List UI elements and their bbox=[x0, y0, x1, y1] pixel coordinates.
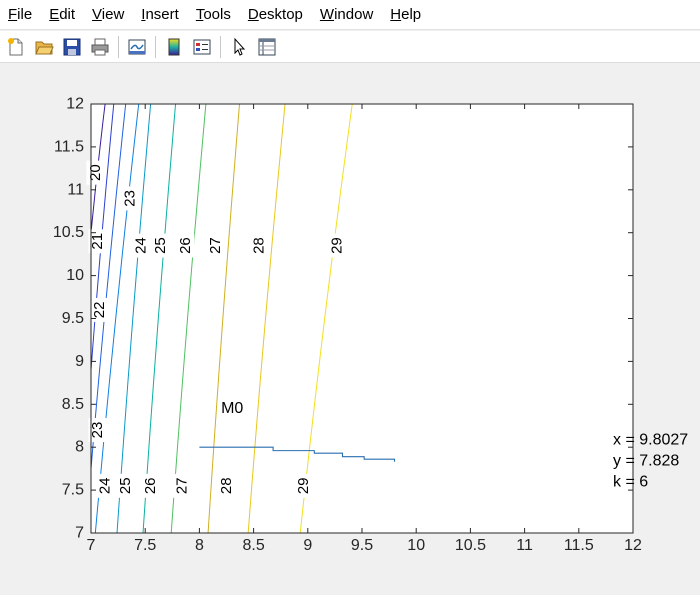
x-tick-label: 9 bbox=[303, 537, 312, 554]
y-tick-label: 7 bbox=[75, 525, 84, 542]
menu-label: nsert bbox=[145, 5, 179, 23]
y-tick-label: 9 bbox=[75, 353, 84, 370]
start-point-label: M0 bbox=[221, 400, 243, 417]
colorbar-icon bbox=[168, 38, 180, 55]
x-tick-label: 11.5 bbox=[564, 537, 594, 554]
menu-label: ile bbox=[17, 5, 33, 23]
menu-label: ools bbox=[203, 5, 231, 23]
y-tick-label: 9.5 bbox=[62, 310, 84, 327]
legend-icon bbox=[193, 39, 211, 54]
menu-label: indow bbox=[334, 5, 374, 23]
x-tick-label: 7 bbox=[87, 537, 96, 554]
menu-help[interactable]: Help bbox=[382, 0, 430, 30]
menu-mnemonic: D bbox=[247, 5, 259, 23]
x-tick-label: 8 bbox=[195, 537, 204, 554]
property-inspector-icon bbox=[258, 38, 276, 55]
save-icon bbox=[63, 38, 81, 55]
readout-k: k = 6 bbox=[613, 474, 648, 491]
menu-desktop[interactable]: Desktop bbox=[240, 0, 312, 30]
menu-label: dit bbox=[59, 5, 76, 23]
x-tick-label: 10.5 bbox=[455, 537, 486, 554]
x-tick-label: 10 bbox=[407, 537, 425, 554]
contour-label-28: 28 bbox=[218, 477, 235, 494]
contour-label-21: 21 bbox=[89, 233, 106, 250]
colorbar-button[interactable] bbox=[161, 34, 187, 60]
contour-label-23: 23 bbox=[122, 190, 139, 207]
contour-label-25: 25 bbox=[117, 477, 134, 494]
contour-label-24: 24 bbox=[97, 477, 114, 494]
contour-label-26: 26 bbox=[142, 477, 159, 494]
contour-label-24: 24 bbox=[132, 237, 149, 254]
print-button[interactable] bbox=[87, 34, 113, 60]
menu-insert[interactable]: Insert bbox=[133, 0, 188, 30]
y-tick-label: 10.5 bbox=[53, 224, 84, 241]
contour-label-23: 23 bbox=[89, 422, 106, 439]
contour-label-28: 28 bbox=[251, 237, 268, 254]
readout-y: y = 7.828 bbox=[613, 453, 679, 470]
menu-file[interactable]: File bbox=[0, 0, 41, 30]
menu-view[interactable]: View bbox=[84, 0, 133, 30]
contour-label-29: 29 bbox=[329, 237, 346, 254]
y-tick-label: 8.5 bbox=[62, 396, 84, 413]
y-tick-label: 12 bbox=[66, 96, 84, 113]
menu-edit[interactable]: Edit bbox=[41, 0, 84, 30]
x-tick-label: 11 bbox=[516, 537, 533, 554]
legend-button[interactable] bbox=[189, 34, 215, 60]
menu-mnemonic: V bbox=[92, 5, 102, 23]
y-tick-label: 7.5 bbox=[62, 482, 84, 499]
menu-label: esktop bbox=[258, 5, 303, 23]
save-button[interactable] bbox=[59, 34, 85, 60]
axes-background bbox=[91, 104, 633, 533]
menu-mnemonic: F bbox=[8, 5, 18, 23]
y-tick-label: 8 bbox=[75, 439, 84, 456]
menu-mnemonic: H bbox=[390, 5, 402, 23]
x-tick-label: 12 bbox=[624, 537, 642, 554]
toolbar-separator bbox=[220, 35, 221, 58]
link-plot-button[interactable] bbox=[124, 34, 150, 60]
y-tick-label: 11.5 bbox=[54, 138, 84, 155]
menu-mnemonic: E bbox=[49, 5, 60, 23]
x-tick-label: 7.5 bbox=[134, 537, 156, 554]
new-figure-icon bbox=[8, 37, 23, 55]
menu-label: elp bbox=[401, 5, 422, 23]
readout-x: x = 9.8027 bbox=[613, 432, 688, 449]
menu-mnemonic: W bbox=[319, 5, 335, 23]
new-figure-button[interactable] bbox=[3, 34, 29, 60]
toolbar-separator bbox=[155, 35, 156, 58]
contour-label-27: 27 bbox=[207, 237, 224, 254]
contour-label-29: 29 bbox=[295, 477, 312, 494]
open-file-icon bbox=[35, 41, 54, 54]
contour-label-26: 26 bbox=[177, 237, 194, 254]
print-icon bbox=[91, 38, 109, 55]
figure-toolbar bbox=[0, 31, 700, 63]
y-tick-label: 11 bbox=[67, 181, 84, 198]
edit-plot-button[interactable] bbox=[226, 34, 252, 60]
contour-plot: 2021222323242425252626272728282929M07 7.5… bbox=[53, 96, 688, 555]
figure-canvas: 20 21 22 23 23 24 24 25 25 26 26 27 27 28 28 29 29 M0 7 7.5… bbox=[0, 64, 700, 590]
y-tick-label: 10 bbox=[66, 267, 84, 284]
contour-label-22: 22 bbox=[91, 302, 108, 319]
menu-tools[interactable]: Tools bbox=[188, 0, 240, 30]
contour-label-27: 27 bbox=[174, 477, 191, 494]
property-inspector-button[interactable] bbox=[254, 34, 280, 60]
x-tick-label: 9.5 bbox=[351, 537, 373, 554]
menu-bar: File Edit View Insert Tools Desktop Window Help bbox=[0, 0, 700, 30]
menu-window[interactable]: Window bbox=[312, 0, 382, 30]
contour-label-20: 20 bbox=[87, 164, 104, 181]
menu-label: iew bbox=[101, 5, 125, 23]
contour-label-25: 25 bbox=[152, 237, 169, 254]
x-tick-label: 8.5 bbox=[242, 537, 264, 554]
open-file-button[interactable] bbox=[31, 34, 57, 60]
pointer-icon bbox=[234, 37, 246, 56]
link-plot-icon bbox=[128, 39, 146, 54]
toolbar-separator bbox=[118, 35, 119, 58]
